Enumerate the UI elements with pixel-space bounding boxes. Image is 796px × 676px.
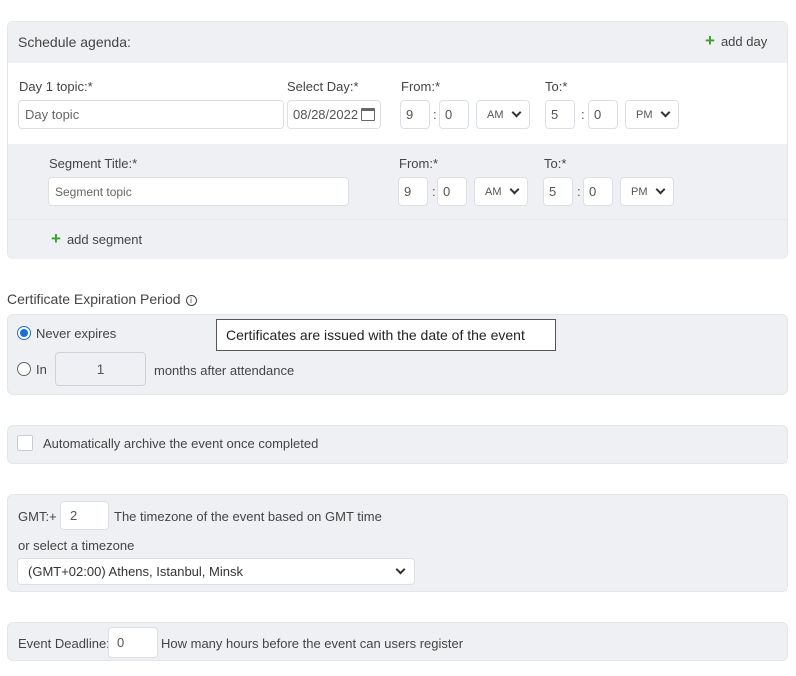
archive-panel: Automatically archive the event once com… (7, 425, 788, 464)
in-label: In (36, 362, 47, 377)
plus-icon: + (705, 31, 715, 50)
or-select-timezone-label: or select a timezone (18, 538, 135, 553)
chevron-down-icon (660, 107, 671, 118)
segment-to-hour-value: 5 (549, 184, 557, 199)
day-to-minute-value: 0 (594, 107, 602, 122)
time-colon: : (577, 184, 581, 199)
day-from-hour-input[interactable]: 9 (400, 100, 430, 129)
select-day-value: 08/28/2022 (293, 107, 359, 122)
months-input[interactable]: 1 (55, 352, 146, 386)
segment-to-hour-input[interactable]: 5 (543, 177, 573, 206)
segment-to-minute-input[interactable]: 0 (583, 177, 613, 206)
deadline-description: How many hours before the event can user… (161, 636, 464, 651)
segment-to-minute-value: 0 (589, 184, 597, 199)
gmt-offset-input[interactable]: 2 (60, 501, 109, 530)
day-topic-placeholder: Day topic (25, 107, 80, 122)
day-to-hour-value: 5 (551, 107, 559, 122)
months-value: 1 (96, 361, 105, 377)
add-day-label: add day (720, 33, 768, 49)
day-to-label: To:* (545, 79, 568, 94)
segment-from-hour-input[interactable]: 9 (398, 177, 428, 206)
day-from-minute-input[interactable]: 0 (439, 100, 469, 129)
segment-from-minute-value: 0 (443, 184, 451, 199)
day-to-ampm-select[interactable]: PM (625, 100, 679, 129)
segment-to-label: To:* (544, 156, 567, 171)
archive-checkbox[interactable] (17, 435, 33, 451)
segment-to-ampm-select[interactable]: PM (620, 177, 674, 206)
gmt-prefix-label: GMT:+ (18, 509, 57, 524)
segment-from-ampm-value: AM (485, 185, 502, 198)
deadline-panel: Event Deadline: 0 How many hours before … (7, 622, 788, 661)
select-day-input[interactable]: 08/28/2022 (287, 100, 381, 129)
segment-to-ampm-value: PM (631, 185, 648, 198)
timezone-select[interactable]: (GMT+02:00) Athens, Istanbul, Minsk (17, 558, 415, 585)
day-to-hour-input[interactable]: 5 (545, 100, 575, 129)
add-segment-button[interactable]: + add segment (51, 229, 142, 249)
never-expires-label: Never expires (36, 326, 117, 341)
chevron-down-icon (509, 184, 520, 195)
in-months-radio[interactable] (17, 362, 31, 376)
day-topic-input[interactable]: Day topic (18, 100, 284, 129)
deadline-hours-value: 0 (117, 635, 125, 650)
deadline-label: Event Deadline: (18, 636, 110, 651)
add-day-button[interactable]: + add day (705, 31, 767, 51)
segment-from-hour-value: 9 (404, 184, 412, 199)
archive-label: Automatically archive the event once com… (43, 436, 319, 451)
segment-title-label: Segment Title:* (49, 156, 138, 171)
certificate-heading-text: Certificate Expiration Period (7, 291, 181, 307)
certificate-tooltip: Certificates are issued with the date of… (216, 319, 556, 351)
info-icon[interactable]: i (185, 294, 197, 306)
day-to-minute-input[interactable]: 0 (588, 100, 618, 129)
add-segment-label: add segment (66, 231, 143, 247)
day-topic-label: Day 1 topic:* (19, 79, 93, 94)
day-to-ampm-value: PM (636, 108, 653, 121)
chevron-down-icon (511, 107, 522, 118)
chevron-down-icon (655, 184, 666, 195)
time-colon: : (581, 107, 585, 122)
deadline-hours-input[interactable]: 0 (108, 627, 158, 658)
schedule-agenda-panel: Schedule agenda: + add day Day 1 topic:*… (7, 21, 788, 259)
day-from-minute-value: 0 (445, 107, 453, 122)
segment-from-label: From:* (399, 156, 438, 171)
time-colon: : (432, 184, 436, 199)
segment-divider (8, 219, 787, 220)
calendar-icon[interactable] (361, 108, 375, 121)
day-from-hour-value: 9 (406, 107, 414, 122)
day-from-ampm-value: AM (487, 108, 504, 121)
segment-title-placeholder: Segment topic (55, 184, 132, 199)
day-from-label: From:* (401, 79, 440, 94)
certificate-tooltip-text: Certificates are issued with the date of… (226, 327, 525, 343)
plus-icon: + (51, 229, 61, 248)
select-day-label: Select Day:* (287, 79, 359, 94)
segment-from-ampm-select[interactable]: AM (474, 177, 528, 206)
time-colon: : (433, 107, 437, 122)
timezone-selected-value: (GMT+02:00) Athens, Istanbul, Minsk (28, 564, 243, 579)
segment-title-input[interactable]: Segment topic (48, 177, 349, 206)
gmt-offset-value: 2 (70, 508, 78, 523)
never-expires-radio[interactable] (17, 326, 31, 340)
timezone-panel: GMT:+ 2 The timezone of the event based … (7, 494, 788, 592)
chevron-down-icon (395, 564, 406, 575)
gmt-description: The timezone of the event based on GMT t… (114, 509, 382, 524)
months-after-label: months after attendance (154, 363, 295, 378)
schedule-title: Schedule agenda: (18, 34, 131, 50)
day-from-ampm-select[interactable]: AM (476, 100, 530, 129)
segment-from-minute-input[interactable]: 0 (437, 177, 467, 206)
certificate-heading: Certificate Expiration Period i (7, 291, 197, 307)
